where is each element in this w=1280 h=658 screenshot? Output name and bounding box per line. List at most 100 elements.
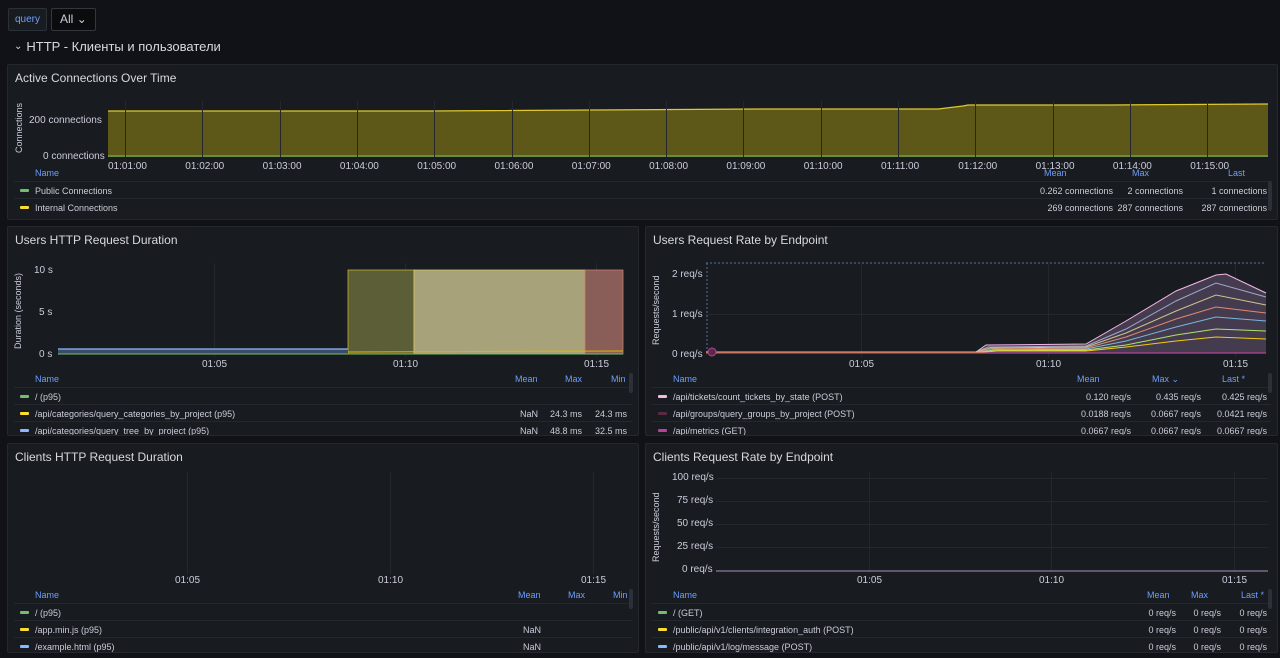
legend-col-mean[interactable]: Mean bbox=[515, 374, 538, 384]
series-color-swatch bbox=[20, 395, 29, 398]
y-tick: 10 s bbox=[34, 265, 53, 276]
legend-row[interactable]: Public Connections 0.262 connections 2 c… bbox=[14, 181, 1271, 198]
y-tick: 50 req/s bbox=[677, 518, 714, 529]
grid-line bbox=[820, 101, 822, 157]
legend-col-min[interactable]: Min bbox=[611, 374, 626, 384]
series-last: 0.0421 req/s bbox=[1216, 409, 1267, 419]
series-name: /public/api/v1/log/message (POST) bbox=[673, 642, 813, 652]
y-tick: 5 s bbox=[39, 307, 53, 318]
legend-header: Name Mean Max Min bbox=[14, 587, 632, 603]
legend-col-last[interactable]: Last * bbox=[1241, 590, 1264, 600]
legend-col-name[interactable]: Name bbox=[673, 590, 697, 600]
legend-col-name[interactable]: Name bbox=[35, 590, 59, 600]
series-area bbox=[58, 349, 348, 354]
legend-scrollbar[interactable] bbox=[1268, 373, 1272, 393]
series-color-swatch bbox=[658, 628, 667, 631]
legend-scrollbar[interactable] bbox=[629, 373, 633, 393]
panel-title: Clients Request Rate by Endpoint bbox=[653, 450, 834, 464]
series-last: 0.425 req/s bbox=[1221, 392, 1267, 402]
panel-clients-http-duration: Clients HTTP Request Duration 01:05 01:1… bbox=[7, 443, 639, 653]
series-last: 0.0667 req/s bbox=[1216, 426, 1267, 436]
series-color-swatch bbox=[658, 395, 667, 398]
legend-row[interactable]: /example.html (p95) NaN bbox=[14, 637, 632, 652]
series-point bbox=[707, 347, 717, 357]
x-tick: 01:10 bbox=[1036, 359, 1062, 370]
legend-row[interactable]: /app.min.js (p95) NaN bbox=[14, 620, 632, 637]
legend-row[interactable]: Internal Connections 269 connections 287… bbox=[14, 198, 1271, 215]
legend-row[interactable]: /api/tickets/count_tickets_by_state (POS… bbox=[652, 387, 1271, 404]
series-max: 2 connections bbox=[1127, 186, 1183, 196]
series-mean: 0.0188 req/s bbox=[1080, 409, 1131, 419]
series-mean: 269 connections bbox=[1047, 203, 1113, 213]
grid-line bbox=[202, 101, 204, 157]
series-max: 0.0667 req/s bbox=[1150, 426, 1201, 436]
legend-row[interactable]: / (p95) bbox=[14, 387, 632, 404]
series-max: 0 req/s bbox=[1193, 642, 1221, 652]
legend-scrollbar[interactable] bbox=[1268, 589, 1272, 609]
series-min: 24.3 ms bbox=[595, 409, 628, 419]
grid-line bbox=[666, 101, 668, 157]
x-tick: 01:10 bbox=[393, 359, 419, 370]
legend-scrollbar[interactable] bbox=[629, 589, 633, 609]
legend-scrollbar[interactable] bbox=[1268, 181, 1272, 211]
series-min: 32.5 ms bbox=[595, 426, 628, 436]
legend-col-max[interactable]: Max bbox=[1191, 590, 1208, 600]
panel-clients-request-rate: Clients Request Rate by Endpoint Request… bbox=[645, 443, 1278, 653]
users-rate-plot bbox=[706, 262, 1267, 357]
legend-row[interactable]: /api/categories/query_tree_by_project (p… bbox=[14, 421, 632, 436]
series-mean: NaN bbox=[520, 409, 539, 419]
y-tick: 0 req/s bbox=[672, 349, 703, 360]
legend-row[interactable]: /api/categories/query_categories_by_proj… bbox=[14, 404, 632, 421]
series-last: 1 connections bbox=[1211, 186, 1267, 196]
clients-rate-plot bbox=[716, 570, 1268, 572]
legend-col-max[interactable]: Max bbox=[1132, 168, 1149, 178]
legend-row[interactable]: / (GET) 0 req/s 0 req/s 0 req/s bbox=[652, 603, 1271, 620]
legend-row[interactable]: /api/groups/query_groups_by_project (POS… bbox=[652, 404, 1271, 421]
x-tick: 01:15 bbox=[584, 359, 610, 370]
series-max: 0 req/s bbox=[1193, 608, 1221, 618]
row-header[interactable]: ⌄ HTTP - Клиенты и пользователи bbox=[14, 39, 221, 54]
panel-title: Users HTTP Request Duration bbox=[15, 233, 178, 247]
legend-col-max[interactable]: Max bbox=[568, 590, 585, 600]
series-last: 0 req/s bbox=[1239, 642, 1267, 652]
query-variable-label: query bbox=[8, 8, 48, 31]
legend-col-mean[interactable]: Mean bbox=[1044, 168, 1067, 178]
series-name: Public Connections bbox=[35, 186, 113, 196]
series-mean: 0.120 req/s bbox=[1085, 392, 1131, 402]
legend-col-mean[interactable]: Mean bbox=[1147, 590, 1170, 600]
series-name: /api/groups/query_groups_by_project (POS… bbox=[673, 409, 855, 419]
legend-row[interactable]: /public/api/v1/clients/integration_auth … bbox=[652, 620, 1271, 637]
legend-col-max[interactable]: Max bbox=[565, 374, 582, 384]
legend-row[interactable]: /api/metrics (GET) 0.0667 req/s 0.0667 r… bbox=[652, 421, 1271, 436]
legend-table: Name Mean Max Last * / (GET) 0 req/s 0 r… bbox=[652, 587, 1271, 652]
legend-col-last[interactable]: Last bbox=[1228, 168, 1245, 178]
series-name: /public/api/v1/clients/integration_auth … bbox=[673, 625, 854, 635]
legend-col-mean[interactable]: Mean bbox=[1077, 374, 1100, 384]
legend-col-max-label: Max bbox=[1152, 374, 1170, 384]
panel-title: Clients HTTP Request Duration bbox=[15, 450, 183, 464]
legend-col-min[interactable]: Min bbox=[613, 590, 628, 600]
grid-line bbox=[390, 472, 391, 574]
legend-col-last[interactable]: Last * bbox=[1222, 374, 1245, 384]
grid-line bbox=[1129, 101, 1131, 157]
legend-col-name[interactable]: Name bbox=[673, 374, 697, 384]
query-variable-select[interactable]: All ⌄ bbox=[51, 8, 96, 31]
legend-col-name[interactable]: Name bbox=[35, 374, 59, 384]
query-variable-value: All bbox=[60, 12, 74, 26]
grid-line bbox=[716, 524, 1268, 525]
legend-col-mean[interactable]: Mean bbox=[518, 590, 541, 600]
legend-row[interactable]: /public/api/v1/log/message (POST) 0 req/… bbox=[652, 637, 1271, 652]
series-name: / (p95) bbox=[35, 608, 62, 618]
legend-col-name[interactable]: Name bbox=[35, 168, 59, 178]
series-name: /api/categories/query_tree_by_project (p… bbox=[35, 426, 210, 436]
legend-table: Name Mean Max Last Public Connections 0.… bbox=[14, 165, 1271, 215]
series-color-swatch bbox=[20, 645, 29, 648]
legend-col-max[interactable]: Max ⌄ bbox=[1152, 374, 1179, 385]
panel-active-connections: Active Connections Over Time Connections… bbox=[7, 64, 1278, 220]
y-tick: 100 req/s bbox=[672, 472, 714, 483]
legend-row[interactable]: / (p95) bbox=[14, 603, 632, 620]
series-color-swatch bbox=[658, 611, 667, 614]
legend-header: Name Mean Max Min bbox=[14, 371, 632, 387]
x-tick: 01:15 bbox=[1222, 575, 1248, 586]
grid-line bbox=[743, 101, 745, 157]
